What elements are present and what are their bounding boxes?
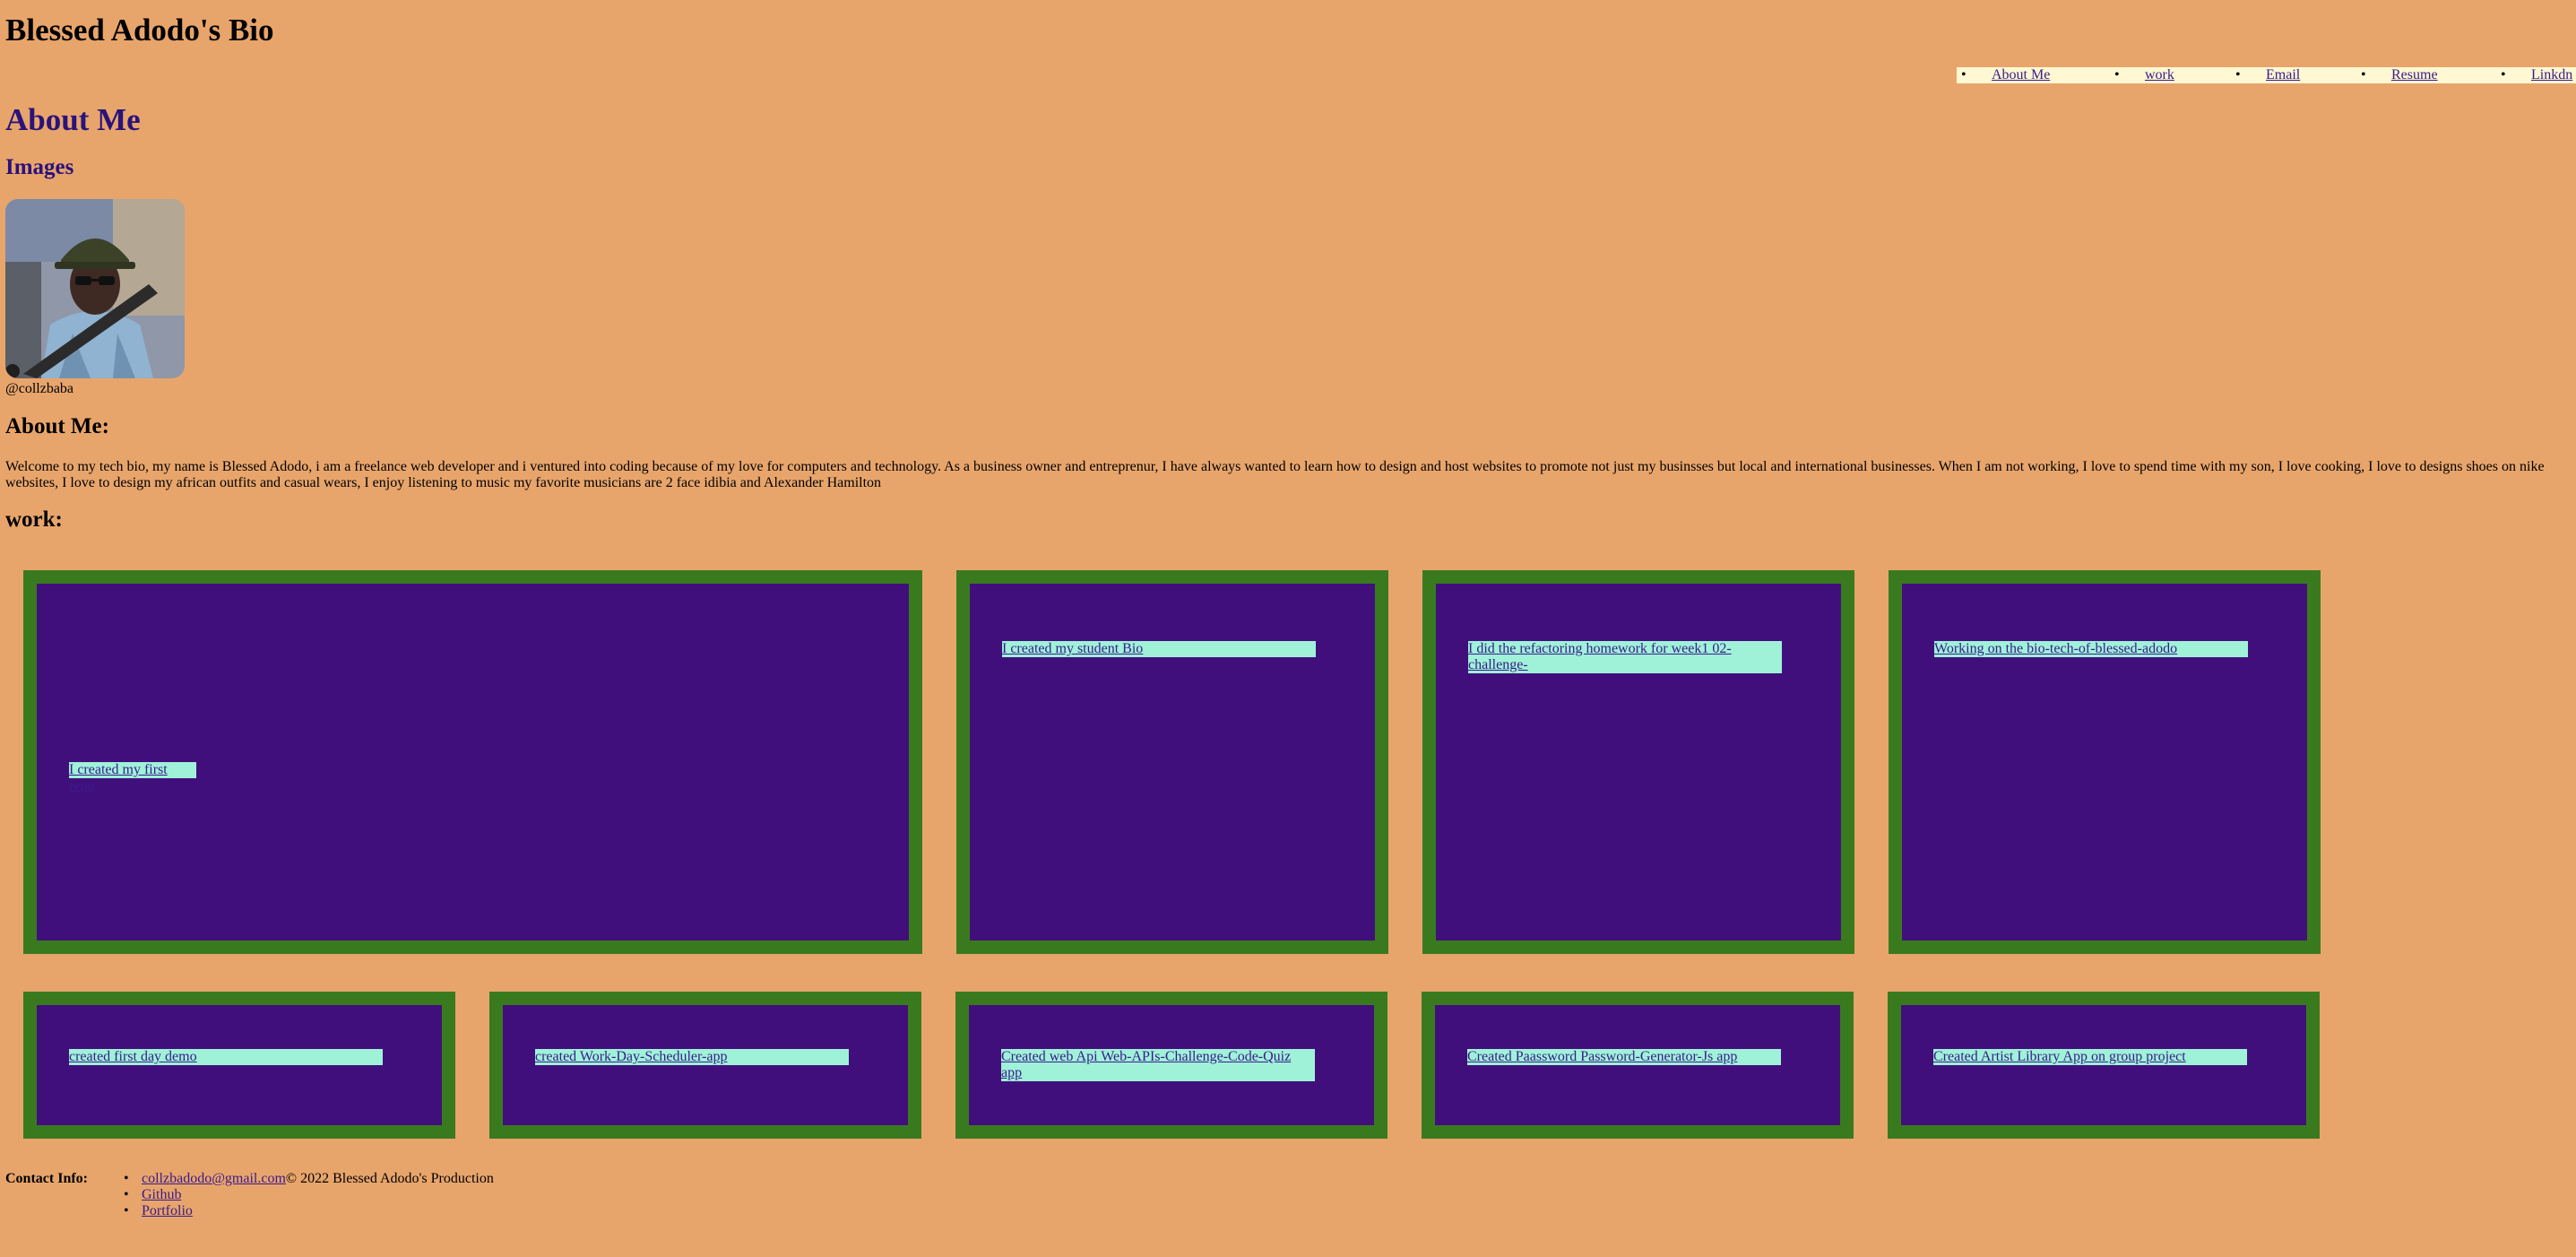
nav-link-resume[interactable]: Resume — [2391, 67, 2438, 82]
nav-link-email[interactable]: Email — [2266, 67, 2300, 82]
work-card: I created my first repo — [23, 570, 922, 954]
profile-handle: @collzbaba — [5, 381, 74, 396]
work-card: I created my student Bio — [956, 570, 1388, 954]
images-heading: Images — [5, 155, 74, 179]
nav-link-work[interactable]: work — [2145, 67, 2174, 82]
work-link[interactable]: created Work-Day-Scheduler-app — [535, 1049, 849, 1065]
nav-item-work: work — [2114, 67, 2174, 83]
nav-list: About Me work Email Resume Linkdn — [1957, 67, 2576, 83]
work-card: created first day demo — [23, 992, 455, 1139]
email-link[interactable]: collzbadodo@gmail.com — [142, 1171, 286, 1186]
nav-item-resume: Resume — [2361, 67, 2438, 83]
work-link[interactable]: created first day demo — [69, 1049, 383, 1065]
about-me-heading: About Me: — [5, 414, 109, 438]
profile-photo — [5, 199, 185, 378]
work-link[interactable]: I created my first repo — [69, 762, 196, 793]
github-link[interactable]: Github — [142, 1187, 181, 1202]
work-card: Working on the bio-tech-of-blessed-adodo — [1889, 570, 2321, 954]
contact-item-email: collzbadodo@gmail.com© 2022 Blessed Adod… — [124, 1171, 494, 1187]
work-heading: work: — [5, 507, 63, 532]
work-link[interactable]: I created my student Bio — [1002, 641, 1316, 657]
nav-link-linkdn[interactable]: Linkdn — [2531, 67, 2572, 82]
nav-item-linkdn: Linkdn — [2501, 67, 2572, 83]
work-link[interactable]: Created Paassword Password-Generator-Js … — [1467, 1049, 1781, 1065]
contact-list: collzbadodo@gmail.com© 2022 Blessed Adod… — [124, 1171, 494, 1219]
portfolio-link[interactable]: Portfolio — [142, 1203, 193, 1218]
contact-item-github: Github — [124, 1187, 494, 1203]
contact-info-label: Contact Info: — [5, 1171, 88, 1186]
work-card: Created Paassword Password-Generator-Js … — [1422, 992, 1854, 1139]
work-card: created Work-Day-Scheduler-app — [489, 992, 921, 1139]
nav-item-about-me: About Me — [1961, 67, 2050, 83]
copyright-text: © 2022 Blessed Adodo's Production — [285, 1171, 494, 1186]
contact-item-portfolio: Portfolio — [124, 1203, 494, 1219]
work-link[interactable]: Working on the bio-tech-of-blessed-adodo — [1934, 641, 2248, 657]
top-nav: About Me work Email Resume Linkdn — [1957, 67, 2576, 83]
work-card: Created web Api Web-APIs-Challenge-Code-… — [955, 992, 1387, 1139]
nav-item-email: Email — [2235, 67, 2300, 83]
site-title: Blessed Adodo's Bio — [5, 13, 274, 48]
bio-paragraph: Welcome to my tech bio, my name is Bless… — [5, 459, 2545, 490]
work-card: Created Artist Library App on group proj… — [1888, 992, 2320, 1139]
nav-link-about-me[interactable]: About Me — [1992, 67, 2050, 82]
work-link[interactable]: Created web Api Web-APIs-Challenge-Code-… — [1001, 1049, 1315, 1081]
profile-photo-image — [5, 199, 185, 378]
about-section-title: About Me — [5, 102, 141, 137]
work-card: I did the refactoring homework for week1… — [1422, 570, 1854, 954]
work-link[interactable]: I did the refactoring homework for week1… — [1468, 641, 1782, 673]
work-link[interactable]: Created Artist Library App on group proj… — [1933, 1049, 2247, 1065]
